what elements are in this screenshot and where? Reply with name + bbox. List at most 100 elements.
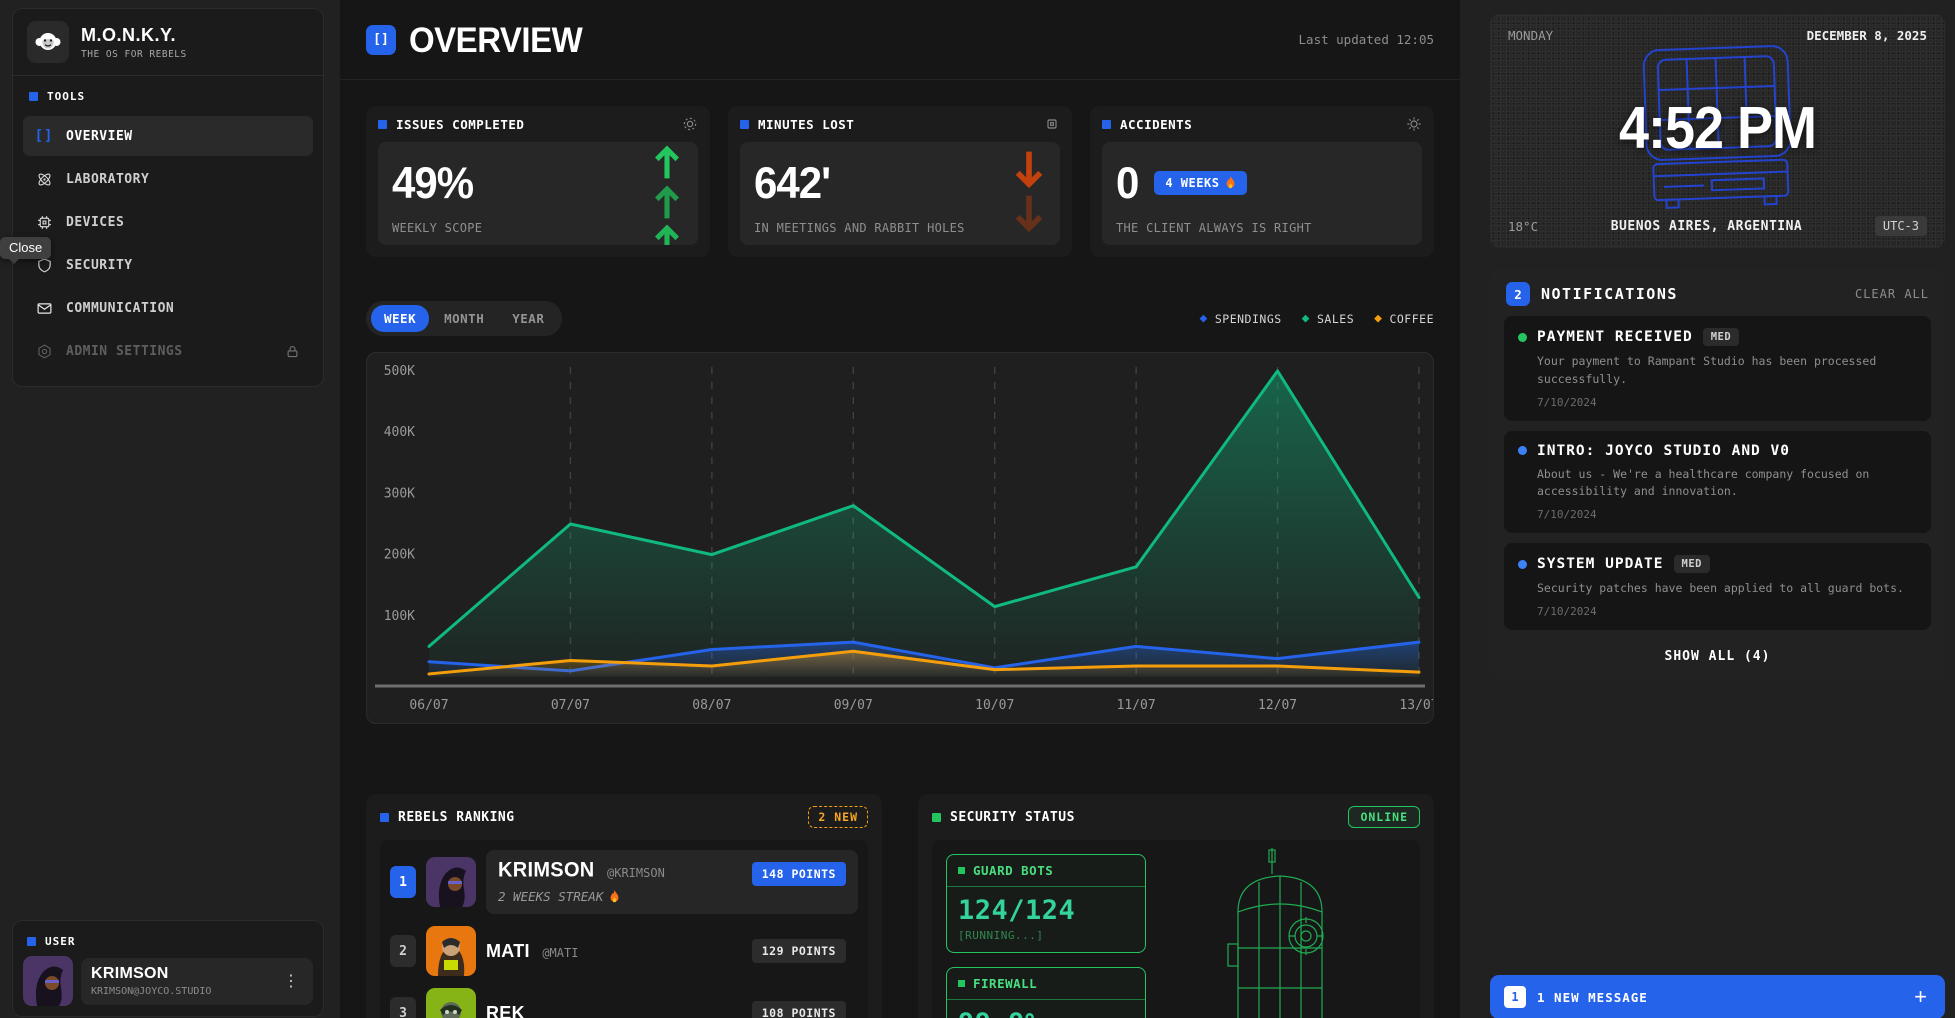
tools-section-label: TOOLS bbox=[13, 76, 323, 111]
priority-badge: MED bbox=[1703, 328, 1739, 346]
sidebar-item-laboratory[interactable]: LABORATORY bbox=[23, 159, 313, 199]
notification-title: INTRO: JOYCO STUDIO AND V0 bbox=[1537, 443, 1790, 459]
guard-bots-status: [RUNNING...] bbox=[947, 929, 1145, 952]
guard-bots-box: GUARD BOTS 124/124 [RUNNING...] bbox=[946, 854, 1146, 953]
stat-card-issues: ISSUES COMPLETED 49% WEEKLY SCOPE bbox=[366, 106, 710, 257]
rebel-name: MATI bbox=[486, 939, 530, 961]
notification-count-badge: 2 bbox=[1506, 282, 1530, 306]
user-avatar bbox=[23, 956, 73, 1006]
legend-sales[interactable]: ◆ SALES bbox=[1302, 312, 1354, 326]
lock-icon bbox=[283, 342, 301, 360]
rebel-handle: @KRIMSON bbox=[607, 866, 665, 880]
rank-number: 3 bbox=[390, 997, 416, 1018]
brackets-icon: [] bbox=[35, 127, 53, 145]
svg-text:300K: 300K bbox=[384, 486, 415, 501]
svg-text:09/07: 09/07 bbox=[834, 698, 873, 713]
rebel-handle: @MATI bbox=[542, 946, 578, 960]
sidebar-item-devices[interactable]: DEVICES bbox=[23, 202, 313, 242]
stats-row: ISSUES COMPLETED 49% WEEKLY SCOPE bbox=[366, 106, 1434, 257]
svg-text:08/07: 08/07 bbox=[692, 698, 731, 713]
user-menu-dots-icon[interactable]: ⋮ bbox=[279, 971, 303, 991]
guard-bots-value: 124/124 bbox=[947, 887, 1145, 929]
new-message-bar[interactable]: 1 1 NEW MESSAGE + bbox=[1490, 975, 1945, 1018]
firewall-value: 99.9% bbox=[947, 1000, 1145, 1018]
ranking-title: REBELS RANKING bbox=[398, 810, 515, 825]
clock-time: 4:52 PM bbox=[1619, 94, 1816, 162]
clear-all-button[interactable]: CLEAR ALL bbox=[1855, 287, 1929, 301]
notification-item[interactable]: INTRO: JOYCO STUDIO AND V0 About us - We… bbox=[1504, 431, 1931, 534]
svg-text:06/07: 06/07 bbox=[409, 698, 448, 713]
new-count-badge: 2 NEW bbox=[808, 806, 868, 828]
blue-square-bullet bbox=[378, 120, 387, 129]
stat-value: 642' bbox=[754, 161, 1046, 206]
show-all-button[interactable]: SHOW ALL (4) bbox=[1504, 640, 1931, 676]
user-email: KRIMSON@JOYCO.STUDIO bbox=[91, 986, 211, 997]
security-status-card: SECURITY STATUS ONLINE GUARD BOTS 124/12… bbox=[918, 794, 1434, 1018]
message-label: 1 NEW MESSAGE bbox=[1537, 990, 1648, 1005]
avatar bbox=[426, 857, 476, 907]
diamond-icon: ◆ bbox=[1374, 312, 1382, 325]
legend-coffee[interactable]: ◆ COFFEE bbox=[1374, 312, 1434, 326]
plus-icon[interactable]: + bbox=[1910, 986, 1931, 1008]
notification-item[interactable]: SYSTEM UPDATE MED Security patches have … bbox=[1504, 543, 1931, 630]
status-dot bbox=[1518, 333, 1527, 342]
period-tabs: WEEK MONTH YEAR bbox=[366, 301, 562, 336]
stat-title: ACCIDENTS bbox=[1120, 117, 1192, 132]
svg-text:500K: 500K bbox=[384, 364, 415, 379]
rank-number: 1 bbox=[390, 866, 416, 898]
notifications-title: NOTIFICATIONS bbox=[1541, 285, 1678, 303]
green-square-bullet bbox=[932, 813, 941, 822]
stat-value: 49% bbox=[392, 161, 684, 206]
app-title: M.O.N.K.Y. bbox=[81, 25, 187, 46]
sidebar: M.O.N.K.Y. THE OS FOR REBELS TOOLS [] OV… bbox=[12, 8, 324, 387]
app-subtitle: THE OS FOR REBELS bbox=[81, 49, 187, 60]
flame-icon bbox=[1225, 176, 1236, 190]
ranking-row-1[interactable]: 1 KRIMSON @KRIMSON bbox=[390, 850, 858, 914]
user-panel: USER KRIMSON KRIMSON@JOYCO.STUDIO ⋮ bbox=[12, 920, 324, 1017]
status-dot bbox=[1518, 560, 1527, 569]
priority-badge: MED bbox=[1674, 555, 1710, 573]
area-chart[interactable]: 100K200K300K400K500K06/0707/0708/0709/07… bbox=[366, 352, 1434, 724]
rank-number: 2 bbox=[390, 935, 416, 967]
page-title: OVERVIEW bbox=[409, 19, 582, 60]
timezone-badge: UTC-3 bbox=[1875, 216, 1927, 236]
security-body: GUARD BOTS 124/124 [RUNNING...] FIREWALL… bbox=[932, 840, 1420, 1018]
sidebar-item-admin-settings[interactable]: ADMIN SETTINGS bbox=[23, 331, 313, 371]
ranking-row-3[interactable]: 3 REK 108 POINTS bbox=[390, 988, 858, 1018]
notification-body: About us - We're a healthcare company fo… bbox=[1537, 466, 1917, 502]
status-dot bbox=[1518, 446, 1527, 455]
user-card: KRIMSON KRIMSON@JOYCO.STUDIO ⋮ bbox=[81, 958, 313, 1005]
sidebar-item-communication[interactable]: COMMUNICATION bbox=[23, 288, 313, 328]
rebel-name: KRIMSON bbox=[498, 859, 595, 883]
tab-month[interactable]: MONTH bbox=[431, 305, 497, 332]
stat-caption: WEEKLY SCOPE bbox=[392, 221, 482, 235]
stat-settings-gear-icon[interactable] bbox=[682, 116, 698, 132]
stat-settings-chip-icon[interactable] bbox=[1044, 116, 1060, 132]
last-updated: Last updated 12:05 bbox=[1299, 32, 1434, 47]
stat-caption: THE CLIENT ALWAYS IS RIGHT bbox=[1116, 221, 1312, 235]
temperature: 18°C bbox=[1508, 219, 1538, 234]
tab-year[interactable]: YEAR bbox=[499, 305, 557, 332]
legend-spendings[interactable]: ◆ SPENDINGS bbox=[1200, 312, 1282, 326]
tab-week[interactable]: WEEK bbox=[371, 305, 429, 332]
notification-date: 7/10/2024 bbox=[1537, 605, 1917, 618]
stat-value: 0 bbox=[1116, 161, 1138, 206]
notification-item[interactable]: PAYMENT RECEIVED MED Your payment to Ram… bbox=[1504, 316, 1931, 421]
ranking-row-2[interactable]: 2 MATI @MATI 12 bbox=[390, 926, 858, 976]
blue-square-bullet bbox=[27, 937, 36, 946]
stat-title: MINUTES LOST bbox=[758, 117, 854, 132]
stat-title: ISSUES COMPLETED bbox=[396, 117, 524, 132]
ranking-list: 1 KRIMSON @KRIMSON bbox=[380, 840, 868, 1018]
stat-settings-sun-icon[interactable] bbox=[1406, 116, 1422, 132]
svg-text:12/07: 12/07 bbox=[1258, 698, 1297, 713]
svg-text:200K: 200K bbox=[384, 548, 415, 563]
notification-date: 7/10/2024 bbox=[1537, 396, 1917, 409]
sidebar-item-overview[interactable]: [] OVERVIEW bbox=[23, 116, 313, 156]
sidebar-item-security[interactable]: SECURITY bbox=[23, 245, 313, 285]
notification-title: SYSTEM UPDATE bbox=[1537, 556, 1664, 572]
chart-legend: ◆ SPENDINGS ◆ SALES ◆ COFFEE bbox=[1200, 312, 1434, 326]
app-logo: M.O.N.K.Y. THE OS FOR REBELS bbox=[13, 9, 323, 76]
blue-square-bullet bbox=[380, 813, 389, 822]
atom-icon bbox=[35, 170, 53, 188]
streak-label: 2 WEEKS STREAK bbox=[498, 889, 665, 904]
